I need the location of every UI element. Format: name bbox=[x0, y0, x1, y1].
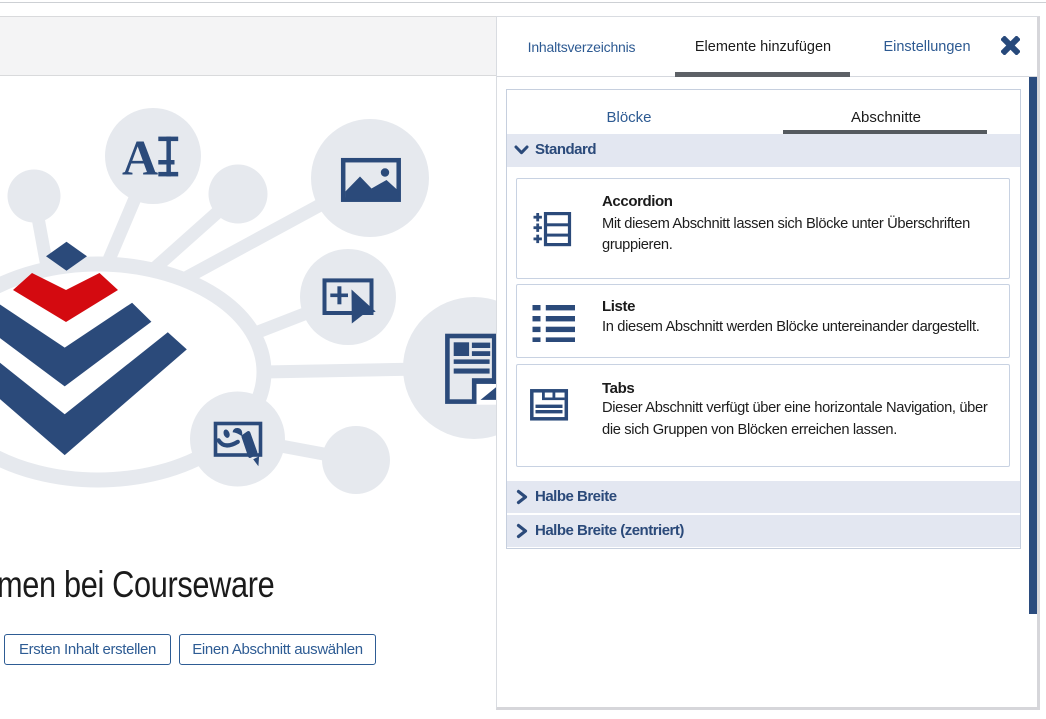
svg-text:A: A bbox=[122, 130, 158, 186]
